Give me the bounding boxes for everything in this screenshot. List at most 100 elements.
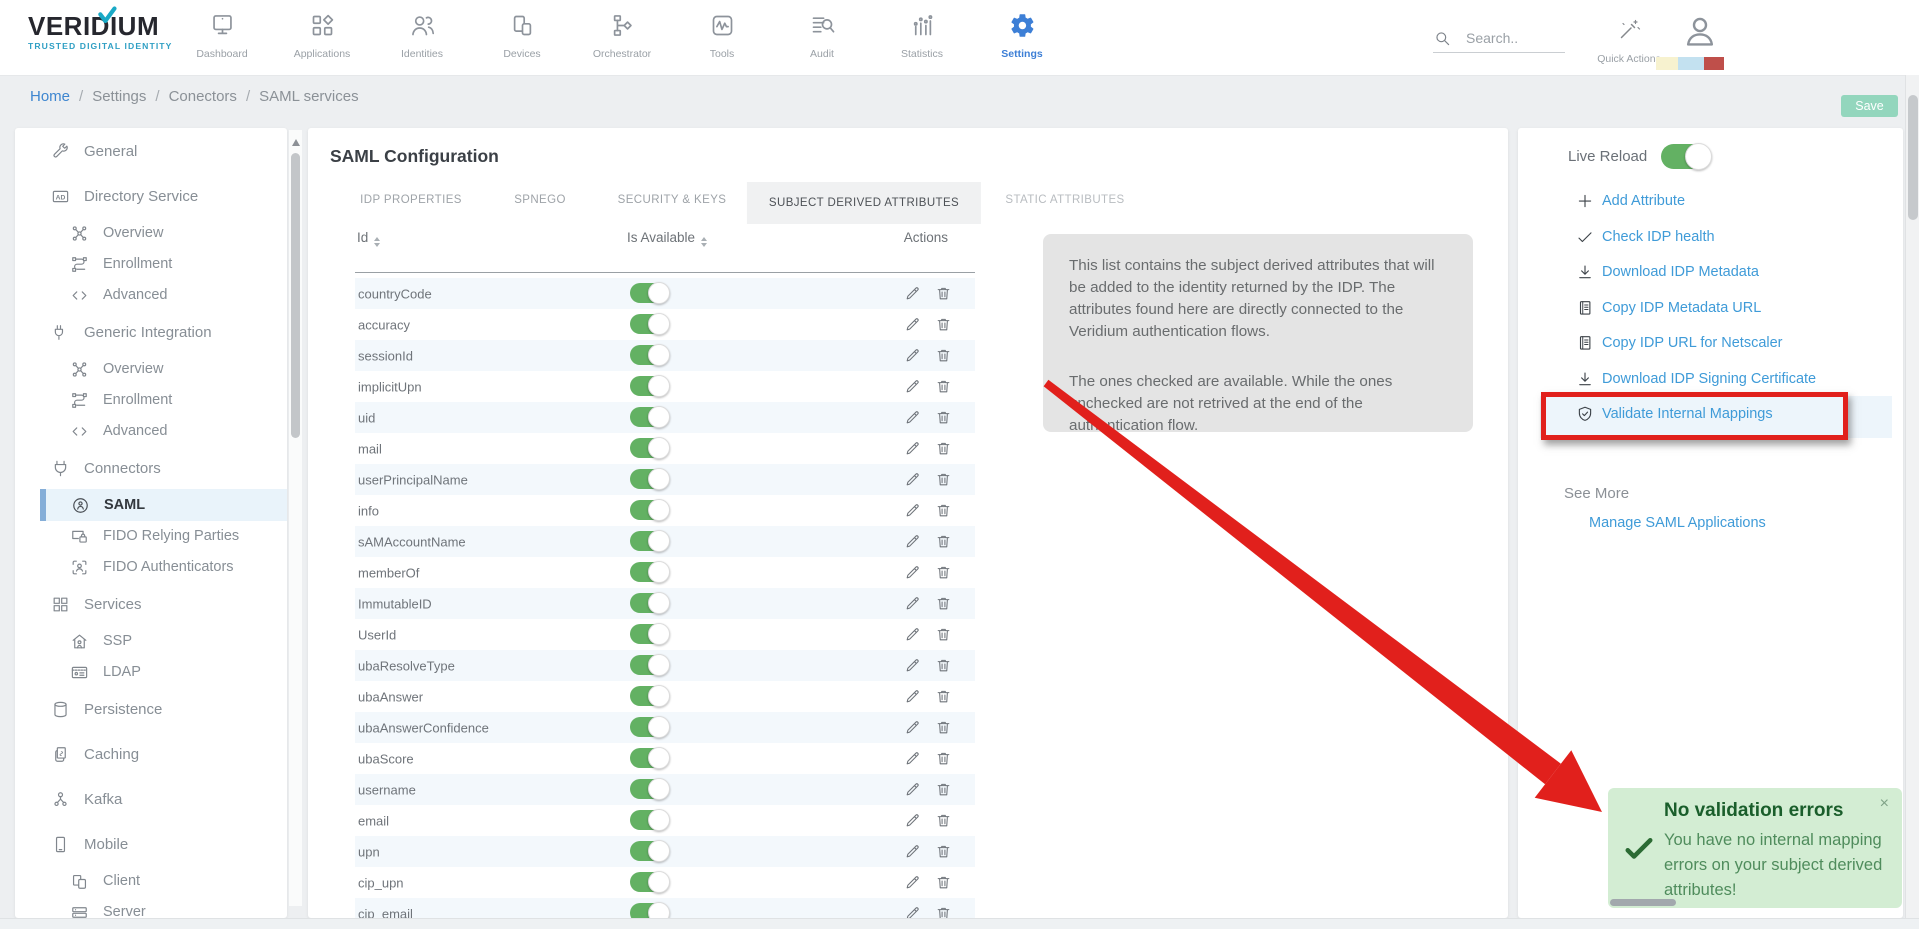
table-header-id[interactable]: Id xyxy=(357,230,380,247)
sidebar-item-kafka[interactable]: Kafka xyxy=(15,783,287,815)
sidebar-item-ssp[interactable]: SSP xyxy=(15,625,287,657)
delete-attribute-icon[interactable] xyxy=(935,533,952,550)
delete-attribute-icon[interactable] xyxy=(935,812,952,829)
tab-spnego[interactable]: SPNEGO xyxy=(514,194,566,206)
delete-attribute-icon[interactable] xyxy=(935,316,952,333)
delete-attribute-icon[interactable] xyxy=(935,471,952,488)
is-available-toggle[interactable] xyxy=(630,500,667,520)
edit-attribute-icon[interactable] xyxy=(904,688,921,705)
edit-attribute-icon[interactable] xyxy=(904,564,921,581)
manage-saml-applications-link[interactable]: Manage SAML Applications xyxy=(1589,515,1766,531)
is-available-toggle[interactable] xyxy=(630,407,667,427)
edit-attribute-icon[interactable] xyxy=(904,874,921,891)
delete-attribute-icon[interactable] xyxy=(935,719,952,736)
sidebar-item-fido-relying-parties[interactable]: FIDO Relying Parties xyxy=(15,520,287,552)
edit-attribute-icon[interactable] xyxy=(904,626,921,643)
sidebar-item-overview[interactable]: Overview xyxy=(15,353,287,385)
sidebar-item-client[interactable]: Client xyxy=(15,865,287,897)
panel-link-copy-idp-url-for-netscaler[interactable]: Copy IDP URL for Netscaler xyxy=(1518,328,1903,358)
sidebar-item-saml[interactable]: SAML xyxy=(40,489,287,521)
panel-link-validate-internal-mappings[interactable]: Validate Internal Mappings xyxy=(1518,399,1903,429)
delete-attribute-icon[interactable] xyxy=(935,347,952,364)
sidebar-item-enrollment[interactable]: Enrollment xyxy=(15,384,287,416)
nav-item-devices[interactable]: Devices xyxy=(472,6,572,60)
sidebar-scrollbar-thumb[interactable] xyxy=(291,153,300,438)
tab-security-keys[interactable]: SECURITY & KEYS xyxy=(618,194,727,206)
nav-item-audit[interactable]: Audit xyxy=(772,6,872,60)
edit-attribute-icon[interactable] xyxy=(904,440,921,457)
veridium-logo[interactable]: VERIDIUM TRUSTED DIGITAL IDENTITY xyxy=(28,13,178,51)
sidebar-item-mobile[interactable]: Mobile xyxy=(15,828,287,860)
toast-close-icon[interactable]: × xyxy=(1880,795,1889,813)
edit-attribute-icon[interactable] xyxy=(904,812,921,829)
delete-attribute-icon[interactable] xyxy=(935,657,952,674)
nav-item-identities[interactable]: Identities xyxy=(372,6,472,60)
delete-attribute-icon[interactable] xyxy=(935,626,952,643)
save-button[interactable]: Save xyxy=(1841,95,1898,117)
edit-attribute-icon[interactable] xyxy=(904,657,921,674)
nav-item-dashboard[interactable]: Dashboard xyxy=(172,6,272,60)
delete-attribute-icon[interactable] xyxy=(935,502,952,519)
edit-attribute-icon[interactable] xyxy=(904,502,921,519)
nav-item-orchestrator[interactable]: Orchestrator xyxy=(572,6,672,60)
is-available-toggle[interactable] xyxy=(630,841,667,861)
delete-attribute-icon[interactable] xyxy=(935,843,952,860)
is-available-toggle[interactable] xyxy=(630,779,667,799)
sidebar-item-advanced[interactable]: Advanced xyxy=(15,415,287,447)
panel-link-add-attribute[interactable]: Add Attribute xyxy=(1518,186,1903,216)
sidebar-item-general[interactable]: General xyxy=(15,135,287,167)
is-available-toggle[interactable] xyxy=(630,717,667,737)
sidebar-item-caching[interactable]: Caching xyxy=(15,738,287,770)
delete-attribute-icon[interactable] xyxy=(935,905,952,918)
is-available-toggle[interactable] xyxy=(630,469,667,489)
table-header-is-available[interactable]: Is Available xyxy=(627,230,707,247)
nav-item-settings[interactable]: Settings xyxy=(972,6,1072,60)
delete-attribute-icon[interactable] xyxy=(935,409,952,426)
is-available-toggle[interactable] xyxy=(630,748,667,768)
breadcrumb-item-home[interactable]: Home xyxy=(30,88,70,105)
edit-attribute-icon[interactable] xyxy=(904,409,921,426)
delete-attribute-icon[interactable] xyxy=(935,564,952,581)
delete-attribute-icon[interactable] xyxy=(935,750,952,767)
tab-subject-derived-attributes[interactable]: SUBJECT DERIVED ATTRIBUTES xyxy=(747,182,981,224)
tab-idp-properties[interactable]: IDP PROPERTIES xyxy=(360,194,462,206)
panel-link-check-idp-health[interactable]: Check IDP health xyxy=(1518,222,1903,252)
page-horizontal-scrollbar[interactable] xyxy=(0,918,1919,929)
sidebar-item-directory-service[interactable]: ADDirectory Service xyxy=(15,180,287,212)
nav-item-applications[interactable]: Applications xyxy=(272,6,372,60)
sidebar-scrollbar[interactable] xyxy=(289,130,302,906)
is-available-toggle[interactable] xyxy=(630,562,667,582)
delete-attribute-icon[interactable] xyxy=(935,285,952,302)
is-available-toggle[interactable] xyxy=(630,810,667,830)
is-available-toggle[interactable] xyxy=(630,376,667,396)
edit-attribute-icon[interactable] xyxy=(904,533,921,550)
is-available-toggle[interactable] xyxy=(630,686,667,706)
edit-attribute-icon[interactable] xyxy=(904,905,921,918)
sidebar-item-fido-authenticators[interactable]: FIDO Authenticators xyxy=(15,551,287,583)
scroll-up-arrow-icon[interactable] xyxy=(292,135,300,146)
is-available-toggle[interactable] xyxy=(630,593,667,613)
edit-attribute-icon[interactable] xyxy=(904,719,921,736)
delete-attribute-icon[interactable] xyxy=(935,378,952,395)
quick-actions-button[interactable]: Quick Actions xyxy=(1593,18,1665,65)
delete-attribute-icon[interactable] xyxy=(935,781,952,798)
panel-link-download-idp-signing-certificate[interactable]: Download IDP Signing Certificate xyxy=(1518,364,1903,394)
delete-attribute-icon[interactable] xyxy=(935,595,952,612)
edit-attribute-icon[interactable] xyxy=(904,750,921,767)
live-reload-toggle[interactable] xyxy=(1661,144,1709,169)
nav-item-statistics[interactable]: Statistics xyxy=(872,6,972,60)
tab-static-attributes[interactable]: STATIC ATTRIBUTES xyxy=(1005,194,1124,206)
is-available-toggle[interactable] xyxy=(630,345,667,365)
sidebar-item-services[interactable]: Services xyxy=(15,588,287,620)
delete-attribute-icon[interactable] xyxy=(935,688,952,705)
is-available-toggle[interactable] xyxy=(630,655,667,675)
panel-link-copy-idp-metadata-url[interactable]: Copy IDP Metadata URL xyxy=(1518,293,1903,323)
edit-attribute-icon[interactable] xyxy=(904,471,921,488)
sidebar-item-advanced[interactable]: Advanced xyxy=(15,279,287,311)
is-available-toggle[interactable] xyxy=(630,872,667,892)
nav-item-tools[interactable]: Tools xyxy=(672,6,772,60)
edit-attribute-icon[interactable] xyxy=(904,347,921,364)
delete-attribute-icon[interactable] xyxy=(935,874,952,891)
edit-attribute-icon[interactable] xyxy=(904,378,921,395)
edit-attribute-icon[interactable] xyxy=(904,781,921,798)
